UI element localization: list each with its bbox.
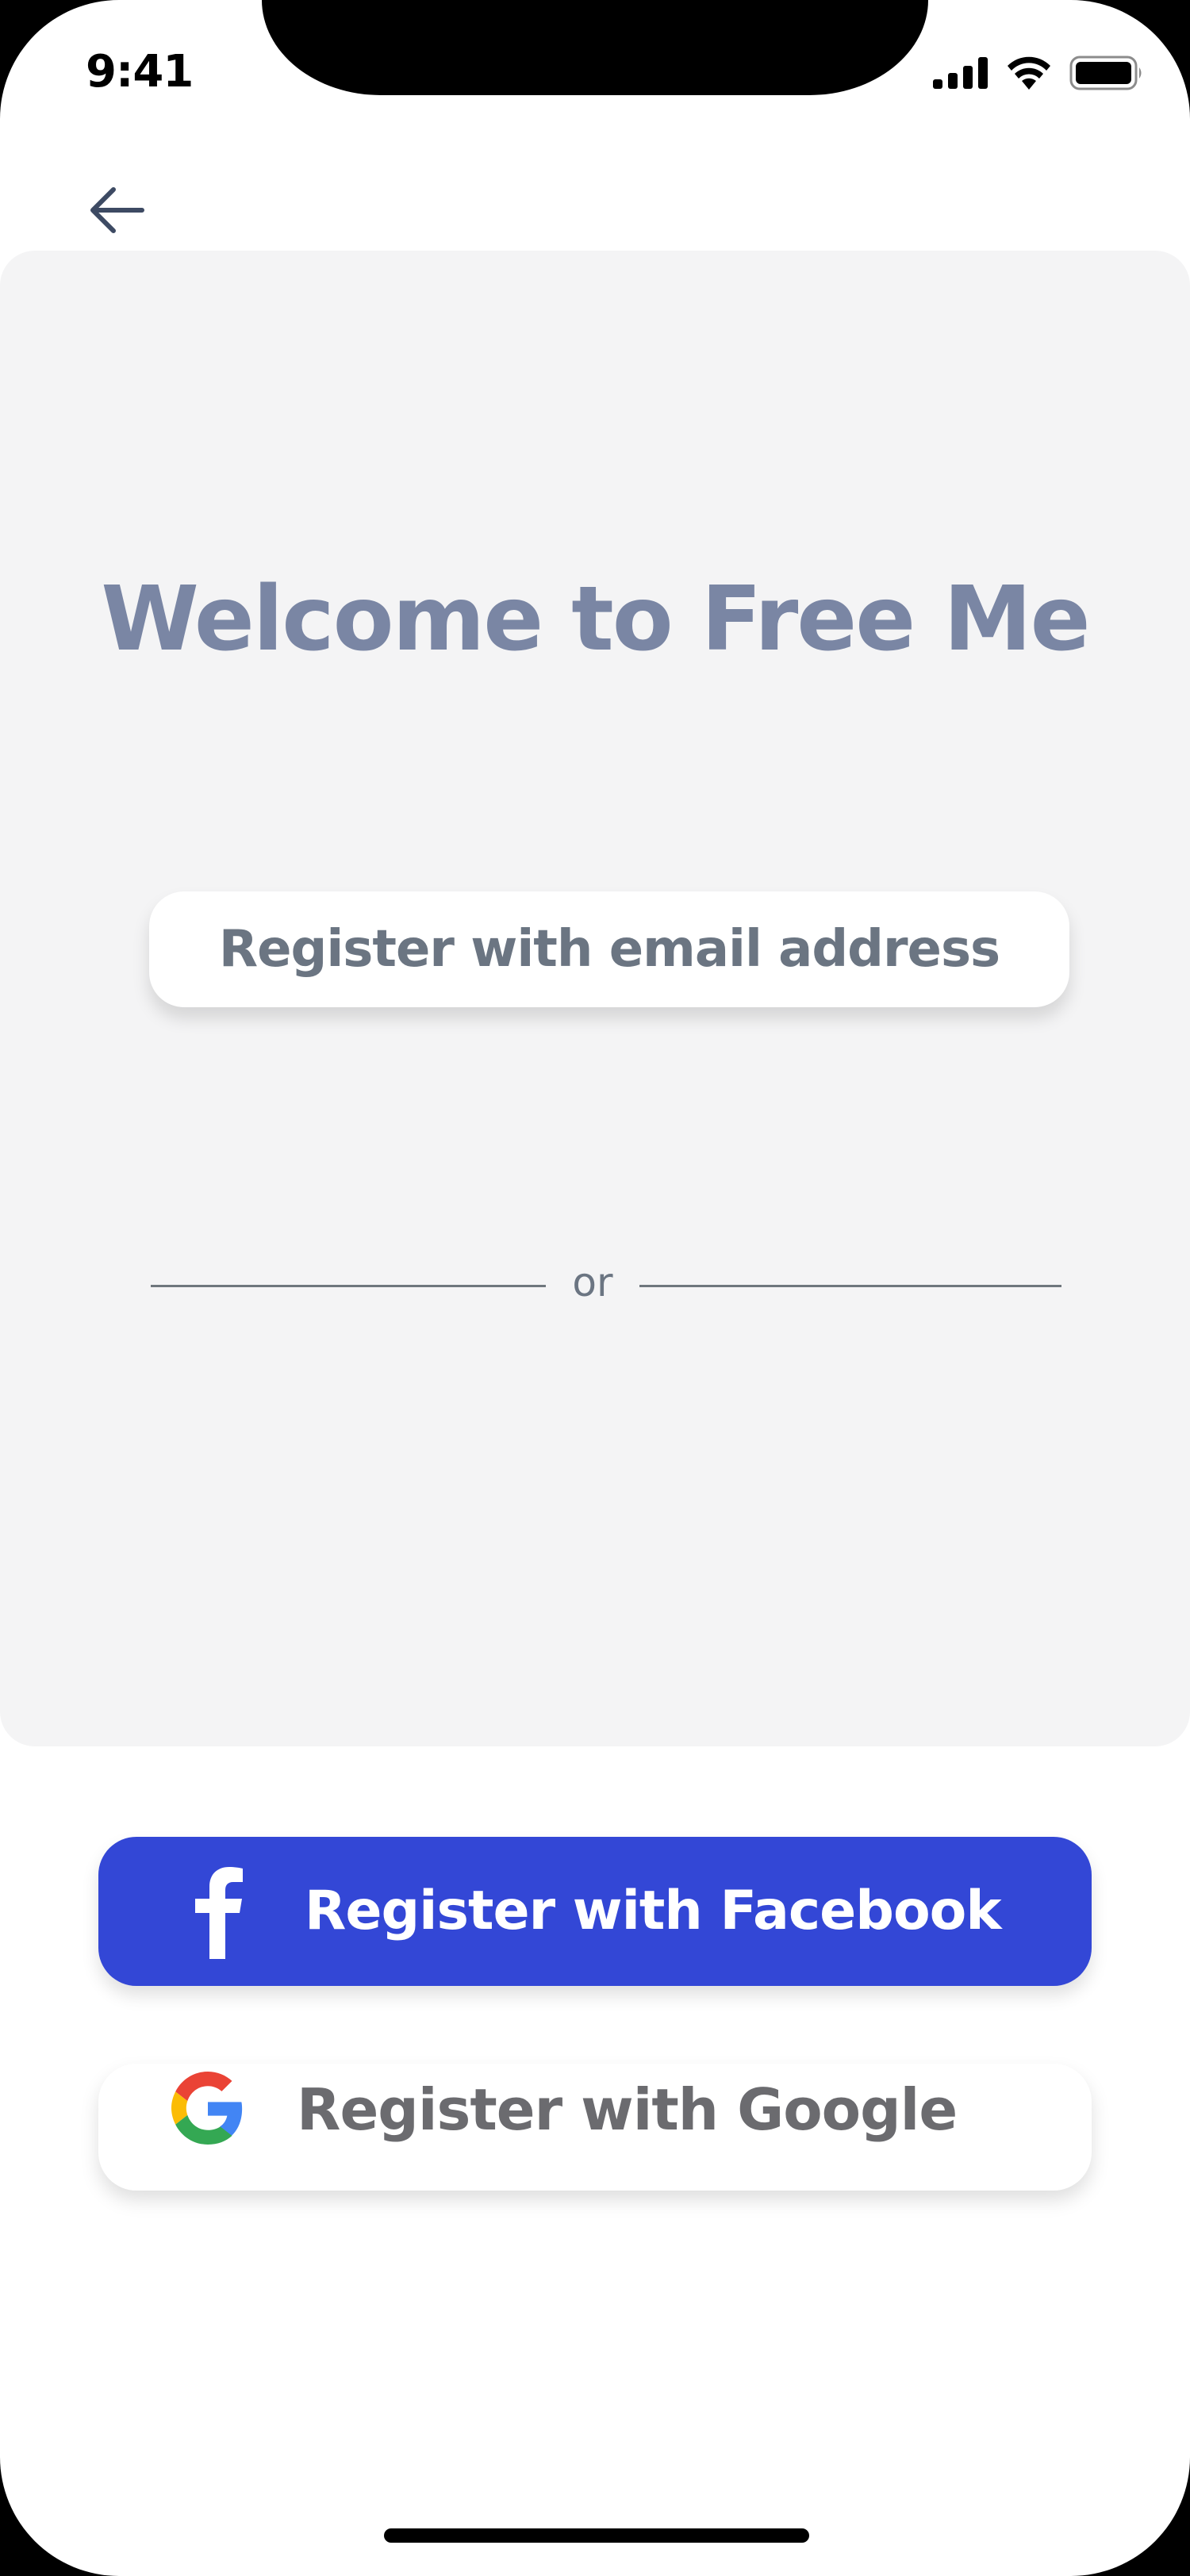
register-facebook-button[interactable]: Register with Facebook [98,1837,1092,1986]
divider-or-text: or [572,1259,613,1305]
divider-line-right [639,1285,1061,1287]
battery-icon [1069,56,1144,90]
status-icons [933,56,1144,90]
register-facebook-label: Register with Facebook [305,1880,1002,1942]
status-time: 9:41 [86,46,194,98]
register-email-label: Register with email address [218,920,1000,979]
device-notch [262,0,928,95]
register-email-button[interactable]: Register with email address [149,891,1069,1007]
back-button[interactable] [86,184,149,240]
arrow-left-icon [90,186,145,237]
wifi-icon [1006,56,1052,90]
home-indicator[interactable] [384,2528,809,2543]
register-google-label: Register with Google [297,2076,958,2143]
cellular-signal-icon [933,57,988,89]
google-icon [171,2072,244,2145]
facebook-icon [186,1864,249,1959]
register-screen: 9:41 Welcome to Free Me Register with em… [0,0,1190,2576]
register-google-button[interactable]: Register with Google [98,2064,1092,2191]
divider-line-left [151,1285,546,1287]
page-title: Welcome to Free Me [101,568,1090,671]
